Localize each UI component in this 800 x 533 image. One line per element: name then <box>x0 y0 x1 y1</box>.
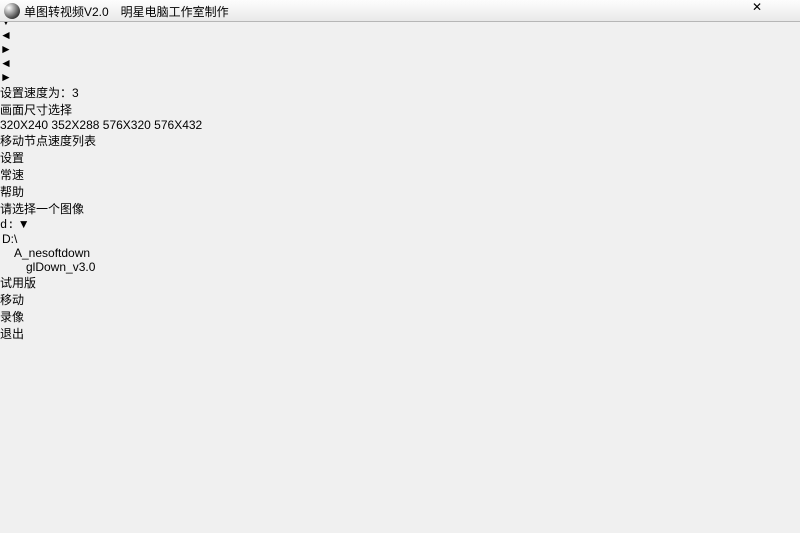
size-radio-576x320[interactable]: 576X320 <box>103 118 154 132</box>
size-radio-320x240[interactable]: 320X240 <box>0 118 51 132</box>
speed-section: ◄ ► 设置速度为：3 <box>0 56 800 101</box>
frame-size-title: 画面尺寸选择 <box>0 101 800 118</box>
window-title: 单图转视频V2.0 明星电脑工作室制作 <box>24 3 229 20</box>
record-button[interactable]: 录像 <box>0 308 800 325</box>
tree-label: glDown_v3.0 <box>26 260 95 274</box>
tree-label: A_nesoftdown <box>14 246 90 260</box>
speed-increase-button[interactable]: ► <box>0 70 800 84</box>
drive-text: d: <box>0 218 14 232</box>
scroll-right-icon[interactable]: ► <box>0 42 800 56</box>
app-icon <box>4 3 20 19</box>
scroll-left-icon[interactable]: ◄ <box>0 28 800 42</box>
chevron-down-icon[interactable]: ▼ <box>18 217 30 231</box>
close-button[interactable]: ✕ <box>752 0 800 20</box>
title-bar: 单图转视频V2.0 明星电脑工作室制作 ✕ <box>0 0 800 22</box>
settings-button[interactable]: 设置 <box>0 149 800 166</box>
tree-item-selected[interactable]: A_nesoftdown <box>0 246 800 260</box>
size-radio-352x288[interactable]: 352X288 <box>51 118 102 132</box>
radio-label: 320X240 <box>0 118 48 132</box>
move-button[interactable]: 移动 <box>0 291 800 308</box>
speed-label: 设置速度为：3 <box>0 84 800 101</box>
radio-label: 576X320 <box>103 118 151 132</box>
help-button[interactable]: 帮助 <box>0 183 800 200</box>
tree-item-root[interactable]: D:\ <box>0 232 800 246</box>
speed-list-label: 移动节点速度列表 <box>0 132 800 149</box>
size-radio-576x432[interactable]: 576X432 <box>154 118 202 132</box>
normal-speed-button[interactable]: 常速 <box>0 166 800 183</box>
frame-size-section: 画面尺寸选择 320X240 352X288 576X320 576X432 <box>0 101 800 132</box>
speed-decrease-button[interactable]: ◄ <box>0 56 800 70</box>
tree-label: D:\ <box>2 232 17 246</box>
drive-select[interactable]: d: ▼ <box>0 217 800 232</box>
trial-label: 试用版 <box>0 274 800 291</box>
tree-item-child[interactable]: glDown_v3.0 <box>0 260 800 274</box>
exit-button[interactable]: 退出 <box>0 325 800 342</box>
folder-tree[interactable]: D:\ A_nesoftdown glDown_v3.0 <box>0 232 800 274</box>
radio-label: 576X432 <box>154 118 202 132</box>
radio-label: 352X288 <box>51 118 99 132</box>
preview-hscroll[interactable]: ◄ ► <box>0 28 800 56</box>
select-image-label: 请选择一个图像 <box>0 200 800 217</box>
right-panel: 请选择一个图像 d: ▼ D:\ A_nesoftdown glDown_v3.… <box>0 200 800 342</box>
